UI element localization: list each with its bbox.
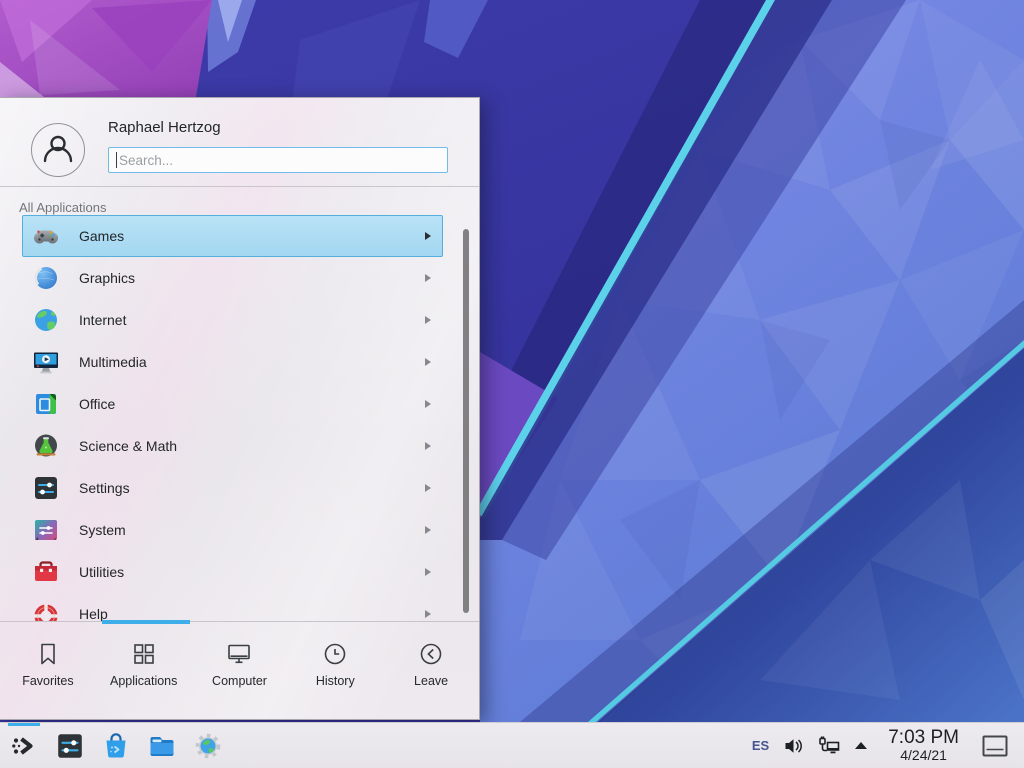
search-input[interactable] [108, 147, 448, 173]
clock-date: 4/24/21 [888, 748, 959, 763]
category-label: Internet [79, 312, 126, 328]
list-scrollbar[interactable] [463, 229, 469, 613]
graphics-icon [32, 264, 60, 292]
discover-icon [101, 731, 131, 761]
category-science-math[interactable]: Science & Math [22, 425, 443, 467]
show-desktop-button[interactable] [982, 735, 1008, 757]
system-settings-task[interactable] [53, 729, 87, 763]
avatar[interactable] [31, 123, 85, 177]
active-task-indicator [8, 723, 40, 726]
volume-icon[interactable] [784, 737, 803, 755]
submenu-arrow-icon [425, 232, 431, 240]
science-math-icon [32, 432, 60, 460]
konqueror-browser-icon [193, 731, 223, 761]
discover-task[interactable] [99, 729, 133, 763]
submenu-arrow-icon [425, 526, 431, 534]
system-tray: ES 7:03 PM 4/24/21 [752, 728, 1014, 763]
games-icon [32, 222, 60, 250]
tab-history[interactable]: History [287, 622, 383, 719]
dolphin-task[interactable] [145, 729, 179, 763]
konqueror-task[interactable] [191, 729, 225, 763]
category-list: Games Graphics Internet [0, 215, 479, 622]
launcher-button[interactable] [7, 729, 41, 763]
history-icon [322, 641, 348, 667]
category-help[interactable]: Help [22, 593, 443, 622]
tab-computer[interactable]: Computer [192, 622, 288, 719]
dolphin-file-manager-icon [147, 731, 177, 761]
category-multimedia[interactable]: Multimedia [22, 341, 443, 383]
submenu-arrow-icon [425, 316, 431, 324]
application-launcher-popup: Raphael Hertzog All Applications [0, 97, 480, 720]
category-label: Games [79, 228, 124, 244]
settings-icon [32, 474, 60, 502]
submenu-arrow-icon [425, 400, 431, 408]
category-label: Office [79, 396, 115, 412]
multimedia-icon [32, 348, 60, 376]
office-icon [32, 390, 60, 418]
active-tab-indicator [102, 620, 190, 624]
category-label: Science & Math [79, 438, 177, 454]
category-label: Graphics [79, 270, 135, 286]
taskbar-panel: ES 7:03 PM 4/24/21 [0, 722, 1024, 768]
tab-applications[interactable]: Applications [96, 622, 192, 719]
category-games[interactable]: Games [22, 215, 443, 257]
tab-favorites[interactable]: Favorites [0, 622, 96, 719]
tab-label: Leave [414, 674, 448, 688]
category-internet[interactable]: Internet [22, 299, 443, 341]
submenu-arrow-icon [425, 274, 431, 282]
text-cursor [116, 152, 117, 168]
category-utilities[interactable]: Utilities [22, 551, 443, 593]
tab-label: Computer [212, 674, 267, 688]
computer-icon [226, 641, 252, 667]
keyboard-layout-indicator[interactable]: ES [752, 738, 769, 753]
tab-label: Favorites [22, 674, 73, 688]
submenu-arrow-icon [425, 610, 431, 618]
clock-time: 7:03 PM [888, 728, 959, 748]
user-name: Raphael Hertzog [108, 119, 221, 136]
tab-label: History [316, 674, 355, 688]
category-label: Multimedia [79, 354, 147, 370]
system-icon [32, 516, 60, 544]
category-label: System [79, 522, 126, 538]
network-icon[interactable] [818, 736, 840, 755]
category-office[interactable]: Office [22, 383, 443, 425]
launcher-header: Raphael Hertzog [0, 98, 479, 187]
utilities-icon [32, 558, 60, 586]
digital-clock[interactable]: 7:03 PM 4/24/21 [888, 728, 959, 763]
tab-leave[interactable]: Leave [383, 622, 479, 719]
launcher-tab-bar: Favorites Applications [0, 621, 479, 719]
show-desktop-icon [982, 735, 1008, 757]
user-icon [36, 128, 80, 172]
submenu-arrow-icon [425, 568, 431, 576]
favorites-icon [35, 641, 61, 667]
tab-label: Applications [110, 674, 177, 688]
submenu-arrow-icon [425, 484, 431, 492]
leave-icon [418, 641, 444, 667]
category-graphics[interactable]: Graphics [22, 257, 443, 299]
category-settings[interactable]: Settings [22, 467, 443, 509]
expand-tray-icon[interactable] [855, 742, 867, 749]
desktop: Raphael Hertzog All Applications [0, 0, 1024, 768]
internet-icon [32, 306, 60, 334]
submenu-arrow-icon [425, 358, 431, 366]
kickoff-launcher-icon [9, 731, 39, 761]
help-icon [32, 600, 60, 622]
category-label: Utilities [79, 564, 124, 580]
category-label: Settings [79, 480, 130, 496]
applications-icon [131, 641, 157, 667]
system-settings-icon [55, 731, 85, 761]
submenu-arrow-icon [425, 442, 431, 450]
section-label: All Applications [0, 187, 479, 215]
category-system[interactable]: System [22, 509, 443, 551]
search-field-wrap [108, 147, 448, 173]
